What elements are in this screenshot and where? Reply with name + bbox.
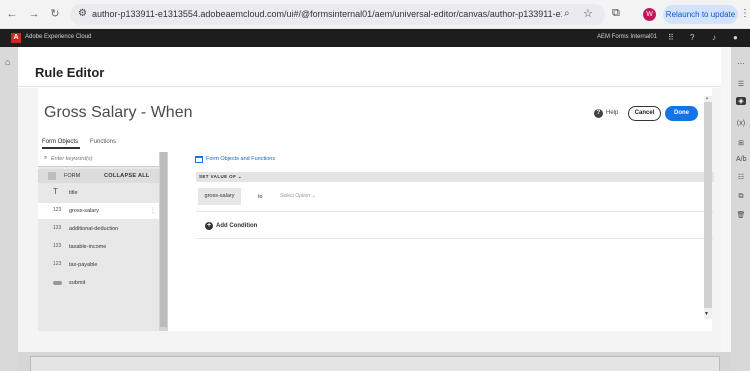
tree-header: FORM COLLAPSE ALL	[38, 169, 159, 183]
help-label[interactable]: Help	[606, 110, 618, 116]
dialog-header: Rule Editor	[18, 47, 721, 87]
form-icon	[48, 172, 56, 180]
form-objects-panel: ⌕ Enter keyword(s) FORM COLLAPSE ALL T t…	[38, 152, 168, 331]
profile-avatar[interactable]: W	[643, 8, 656, 21]
apps-grid-icon[interactable]: ⠿	[668, 33, 674, 42]
help-icon[interactable]: ?	[594, 109, 603, 118]
canvas-bottom	[18, 352, 731, 371]
left-rail: ⌂	[0, 47, 18, 371]
text-icon[interactable]: A/b	[736, 156, 747, 163]
adobe-shell-bar: A Adobe Experience Cloud AEM Forms Inter…	[0, 29, 750, 47]
tab-form-objects[interactable]: Form Objects	[42, 139, 78, 145]
bookmark-star-icon[interactable]: ☆	[583, 7, 593, 20]
address-bar[interactable]: ⚙ author-p133911-e1313554.adobeaemcloud.…	[70, 4, 605, 25]
tab-functions[interactable]: Functions	[90, 139, 116, 145]
list-icon[interactable]: ☷	[736, 173, 746, 181]
number-type-icon: 123	[53, 261, 62, 267]
add-circle-icon[interactable]: +	[205, 222, 213, 230]
tree-item-label: gross-salary	[69, 208, 99, 214]
copy-icon[interactable]: ⧉	[736, 193, 746, 201]
rule-editor-panel: Gross Salary - When ? Help Cancel Done F…	[38, 88, 714, 331]
tree-item-title[interactable]: T title	[38, 185, 159, 201]
tree-item-additional-deduction[interactable]: 123 additional-deduction	[38, 221, 159, 237]
dialog-body: Gross Salary - When ? Help Cancel Done F…	[18, 88, 721, 352]
relaunch-button[interactable]: Relaunch to update	[663, 5, 738, 24]
search-icon[interactable]: ⌕	[564, 8, 570, 19]
collapse-all-button[interactable]: COLLAPSE ALL	[104, 173, 150, 179]
number-type-icon: 123	[53, 207, 62, 213]
browser-toolbar: ← → ↻ ⚙ author-p133911-e1313554.adobeaem…	[0, 0, 750, 29]
browser-menu-icon[interactable]: ⋮	[740, 8, 750, 19]
site-info-icon[interactable]: ⚙	[78, 8, 87, 19]
select-option-dropdown[interactable]: Select Option ⌄	[280, 193, 316, 199]
rule-title: Gross Salary - When	[44, 104, 193, 121]
form-label: FORM	[64, 173, 81, 179]
tree-item-label: taxable-income	[69, 244, 107, 250]
properties-icon[interactable]: ☰	[736, 80, 746, 88]
drag-handle-icon[interactable]: ⋮	[150, 207, 156, 214]
variables-icon[interactable]: (x)	[736, 120, 746, 127]
dialog-title: Rule Editor	[35, 65, 105, 80]
search-icon: ⌕	[44, 155, 48, 161]
reload-icon[interactable]: ↻	[48, 7, 62, 21]
tree-item-label: submit	[69, 280, 86, 286]
org-switcher[interactable]: AEM Forms Internal01	[597, 34, 657, 40]
scroll-up-icon[interactable]: ▲	[705, 95, 709, 100]
tree-item-tax-payable[interactable]: 123 tax-payable	[38, 257, 159, 273]
tree-item-label: tax-payable	[69, 262, 98, 268]
url-text[interactable]: author-p133911-e1313554.adobeaemcloud.co…	[92, 9, 562, 19]
search-placeholder: Enter keyword(s)	[51, 156, 93, 162]
done-button[interactable]: Done	[665, 106, 698, 121]
rule-editor-dialog: Rule Editor Gross Salary - When ? Help C…	[18, 47, 721, 352]
panel-scrollbar[interactable]	[159, 152, 168, 331]
canvas-field	[30, 356, 720, 371]
scrollbar-thumb[interactable]	[704, 102, 712, 308]
number-type-icon: 123	[53, 225, 62, 231]
rule-builder: Form Objects and Functions SET VALUE OF …	[178, 152, 714, 331]
delete-icon[interactable]: 🗑	[736, 211, 746, 219]
to-label: to	[258, 194, 263, 200]
more-icon[interactable]: ⋯	[736, 60, 746, 68]
cancel-button[interactable]: Cancel	[628, 106, 661, 121]
adobe-logo-icon[interactable]: A	[11, 33, 21, 43]
help-circle-icon[interactable]: ?	[690, 33, 694, 42]
set-value-label[interactable]: SET VALUE OF ⌄	[199, 174, 242, 180]
tree-item-label: additional-deduction	[69, 226, 119, 232]
form-objects-functions-link[interactable]: Form Objects and Functions	[206, 156, 275, 162]
forward-icon[interactable]: →	[27, 7, 41, 21]
active-tab-indicator	[42, 147, 80, 149]
tree-item-gross-salary[interactable]: 123 gross-salary ⋮	[38, 203, 159, 219]
notifications-icon[interactable]: ♪	[712, 33, 716, 42]
scrollbar-thumb[interactable]	[160, 152, 167, 327]
add-icon[interactable]: ⊞	[736, 139, 746, 147]
scroll-down-icon[interactable]: ▼	[704, 311, 709, 317]
field-chip[interactable]: gross-salary	[198, 188, 241, 205]
back-icon[interactable]: ←	[5, 7, 19, 21]
set-value-dropdown[interactable]: SET VALUE OF ⌄	[196, 172, 714, 182]
search-input[interactable]: ⌕ Enter keyword(s)	[38, 152, 159, 167]
layers-icon[interactable]: ◈	[736, 97, 746, 105]
dialog-scrollbar[interactable]: ▲ ▼	[704, 95, 712, 319]
tree-item-taxable-income[interactable]: 123 taxable-income	[38, 239, 159, 255]
product-name: Adobe Experience Cloud	[25, 34, 92, 40]
text-type-icon: T	[53, 187, 58, 196]
extensions-icon[interactable]: ⧉	[612, 7, 620, 20]
home-icon[interactable]: ⌂	[5, 57, 10, 67]
panel-toggle-icon[interactable]	[195, 156, 203, 163]
tree-item-submit[interactable]: submit	[38, 275, 159, 291]
tree-item-label: title	[69, 190, 78, 196]
add-condition-label[interactable]: Add Condition	[216, 223, 257, 229]
number-type-icon: 123	[53, 243, 62, 249]
user-avatar[interactable]: ●	[733, 33, 738, 42]
panel-tabs: Form Objects Functions	[38, 135, 188, 153]
right-rail: ⋯ ☰ ◈ (x) ⊞ A/b ☷ ⧉ 🗑	[731, 47, 750, 371]
divider	[196, 211, 714, 212]
divider	[196, 238, 714, 239]
button-icon	[53, 281, 62, 285]
